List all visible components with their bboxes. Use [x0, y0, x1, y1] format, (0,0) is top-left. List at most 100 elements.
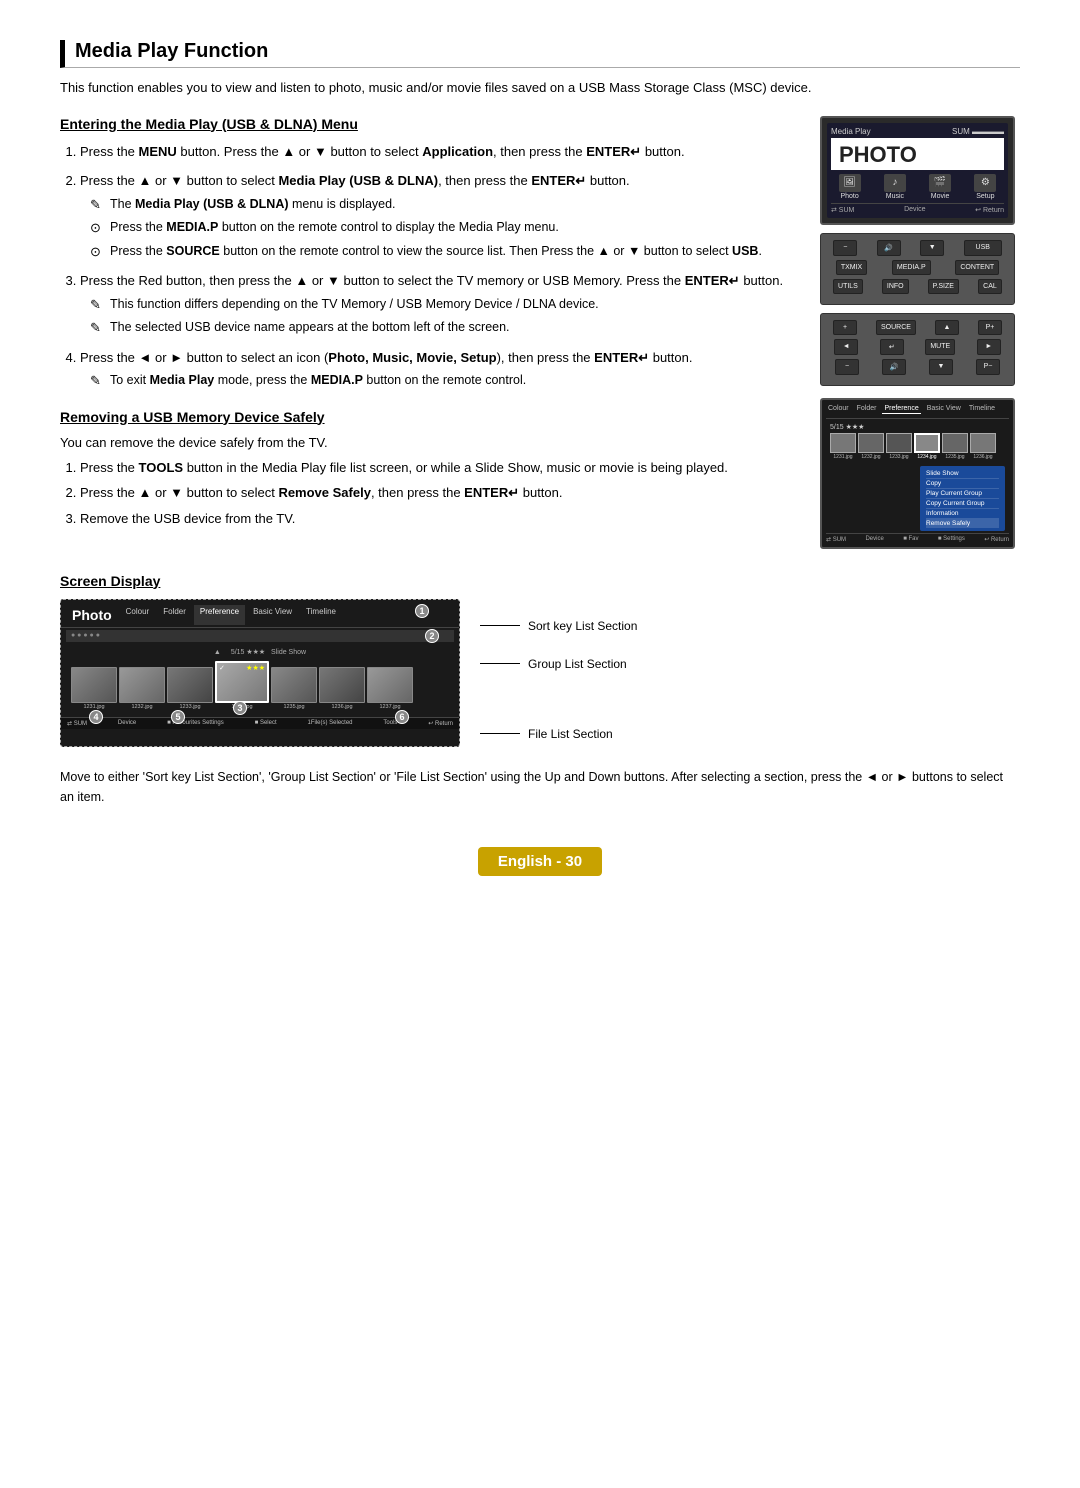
note-text-2: Press the MEDIA.P button on the remote c…: [110, 218, 559, 237]
tab-preference: Preference: [194, 605, 245, 625]
screen-display-footer-note: Move to either 'Sort key List Section', …: [60, 767, 1020, 807]
remove-step-2: Press the ▲ or ▼ button to select Remove…: [80, 483, 800, 503]
remote-btn-down: ▼: [920, 240, 944, 256]
remote-btn-speaker-2: 🔊: [882, 359, 906, 375]
remote-btn-left: ◄: [834, 339, 858, 355]
tv-screen-mockup: Media Play SUM ▬▬▬▬ PHOTO 🖼 Photo ♪ Musi…: [820, 116, 1015, 225]
tv-icon-photo: 🖼 Photo: [839, 174, 861, 200]
remote-btn-up-2: ▲: [935, 320, 959, 335]
photo-tab-basic: Basic View: [925, 404, 963, 414]
page-footer: English - 30: [60, 837, 1020, 876]
entering-title: Entering the Media Play (USB & DLNA) Men…: [60, 116, 800, 132]
photo-thumb-1231: 1231.jpg: [830, 433, 856, 460]
context-menu: Slide Show Copy Play Current Group Copy …: [920, 466, 1005, 531]
legend-group-list: Group List Section: [480, 657, 637, 671]
photo-screen-mockup: Colour Folder Preference Basic View Time…: [820, 398, 1015, 549]
note-text-6: To exit Media Play mode, press the MEDIA…: [110, 371, 526, 390]
file-list-area: ▲ 5/15 ★★★ Slide Show 1231.jpg 1232.jpg: [61, 644, 459, 717]
legend-column: Sort key List Section Group List Section…: [480, 599, 637, 747]
intro-text: This function enables you to view and li…: [60, 78, 1020, 98]
remote-control-2: + SOURCE ▲ P+ ◄ ↵ MUTE ► − 🔊 ▼ P−: [820, 313, 1015, 386]
photo-thumb-1235: 1235.jpg: [942, 433, 968, 460]
note-text-3: Press the SOURCE button on the remote co…: [110, 242, 762, 261]
tab-folder: Folder: [157, 605, 192, 625]
photo-thumb-1234: 1234.jpg: [914, 433, 940, 460]
label-1233: 1233.jpg: [179, 704, 200, 710]
photo-tab-colour: Colour: [826, 404, 851, 414]
rating-1234: ★★★: [246, 664, 265, 672]
step-1: Press the MENU button. Press the ▲ or ▼ …: [80, 142, 800, 162]
tv-icon-music: ♪ Music: [884, 174, 906, 200]
note-icon-1: ✎: [90, 195, 106, 215]
page-title: Media Play Function: [60, 40, 1020, 68]
remote-btn-plus-2: +: [833, 320, 857, 335]
note-icon-3: ⊙: [90, 242, 106, 262]
badge-6: 6: [395, 710, 409, 724]
note-icon-2: ⊙: [90, 218, 106, 238]
photo-tab-pref: Preference: [882, 404, 920, 414]
step-4: Press the ◄ or ► button to select an ico…: [80, 348, 800, 391]
tv-label-sum: SUM ▬▬▬▬: [952, 127, 1004, 136]
screen-display-section: Screen Display Photo Colour Folder Prefe…: [60, 573, 1020, 807]
note-icon-6: ✎: [90, 371, 106, 391]
remove-step-3: Remove the USB device from the TV.: [80, 509, 800, 529]
remote-btn-txmix: TXMIX: [836, 260, 867, 275]
remote-btn-enter: ↵: [880, 339, 904, 355]
badge-5: 5: [171, 710, 185, 724]
remote-btn-minus-2: −: [835, 359, 859, 375]
remote-btn-speaker: 🔊: [877, 240, 901, 256]
remote-control-1: − 🔊 ▼ USB TXMIX MEDIA.P CONTENT UTILS IN…: [820, 233, 1015, 305]
remote-btn-utils: UTILS: [833, 279, 863, 294]
note-text-5: The selected USB device name appears at …: [110, 318, 510, 337]
ctx-play-current: Play Current Group: [926, 489, 999, 499]
bottom-sum: ⇄ SUM: [67, 720, 87, 727]
file-1237: 1237.jpg: [367, 667, 413, 710]
note-text-1: The Media Play (USB & DLNA) menu is disp…: [110, 195, 396, 214]
remote-btn-content: CONTENT: [955, 260, 999, 275]
badge-1: 1: [415, 604, 429, 618]
remote-btn-minus: −: [833, 240, 857, 256]
bottom-device: Device: [118, 720, 136, 727]
bottom-return: ↩ Return: [428, 720, 453, 727]
file-1232: 1232.jpg: [119, 667, 165, 710]
label-1232: 1232.jpg: [131, 704, 152, 710]
remote-btn-psize: P.SIZE: [928, 279, 959, 294]
selection-info: ▲ 5/15 ★★★ Slide Show: [66, 648, 454, 656]
legend-sort-key: Sort key List Section: [480, 619, 637, 633]
ctx-information: Information: [926, 509, 999, 519]
sort-key-row: Photo Colour Folder Preference Basic Vie…: [61, 600, 459, 628]
tv-bottom-sum: ⇄ SUM: [831, 206, 854, 214]
file-1233: 1233.jpg: [167, 667, 213, 710]
bottom-select: ■ Select: [255, 720, 277, 727]
tab-timeline: Timeline: [300, 605, 342, 625]
remote-btn-cal: CAL: [978, 279, 1002, 294]
tv-icon-movie: 🎬 Movie: [929, 174, 951, 200]
checkmark-1234: ✓: [219, 664, 225, 672]
photo-tab-folder: Folder: [855, 404, 879, 414]
step-2: Press the ▲ or ▼ button to select Media …: [80, 171, 800, 261]
tv-bottom-device: Device: [904, 206, 925, 214]
screen-photo-title: Photo: [66, 605, 118, 625]
bottom-selected-count: 1File(s) Selected: [308, 720, 353, 727]
photo-thumb-1236: 1236.jpg: [970, 433, 996, 460]
note-icon-4: ✎: [90, 295, 106, 315]
label-1237: 1237.jpg: [379, 704, 400, 710]
file-1234: ✓ ★★★ 3 1234.jpg: [215, 661, 269, 710]
label-1236: 1236.jpg: [331, 704, 352, 710]
remote-btn-right-2: ►: [977, 339, 1001, 355]
remove-step-1: Press the TOOLS button in the Media Play…: [80, 458, 800, 478]
screen-bottom-bar: 4 ⇄ SUM Device 5 ■ Favourites Settings ■…: [61, 717, 459, 729]
removing-section: Removing a USB Memory Device Safely You …: [60, 409, 800, 529]
remote-btn-p-plus: P+: [978, 320, 1002, 335]
remote-btn-mediap: MEDIA.P: [892, 260, 931, 275]
group-dots-left: ● ● ● ● ●: [71, 632, 100, 639]
remote-btn-source: SOURCE: [876, 320, 916, 335]
tv-photo-label: PHOTO: [831, 138, 1004, 170]
remote-btn-down-2: ▼: [929, 359, 953, 375]
photo-bottom-bar: ⇄ SUM Device ■ Fav ■ Settings ↩ Return: [826, 533, 1009, 543]
ctx-copy-current: Copy Current Group: [926, 499, 999, 509]
file-1236: 1236.jpg: [319, 667, 365, 710]
tv-bottom-return: ↩ Return: [975, 206, 1004, 214]
note-icon-5: ✎: [90, 318, 106, 338]
ctx-remove-safely: Remove Safely: [926, 519, 999, 528]
